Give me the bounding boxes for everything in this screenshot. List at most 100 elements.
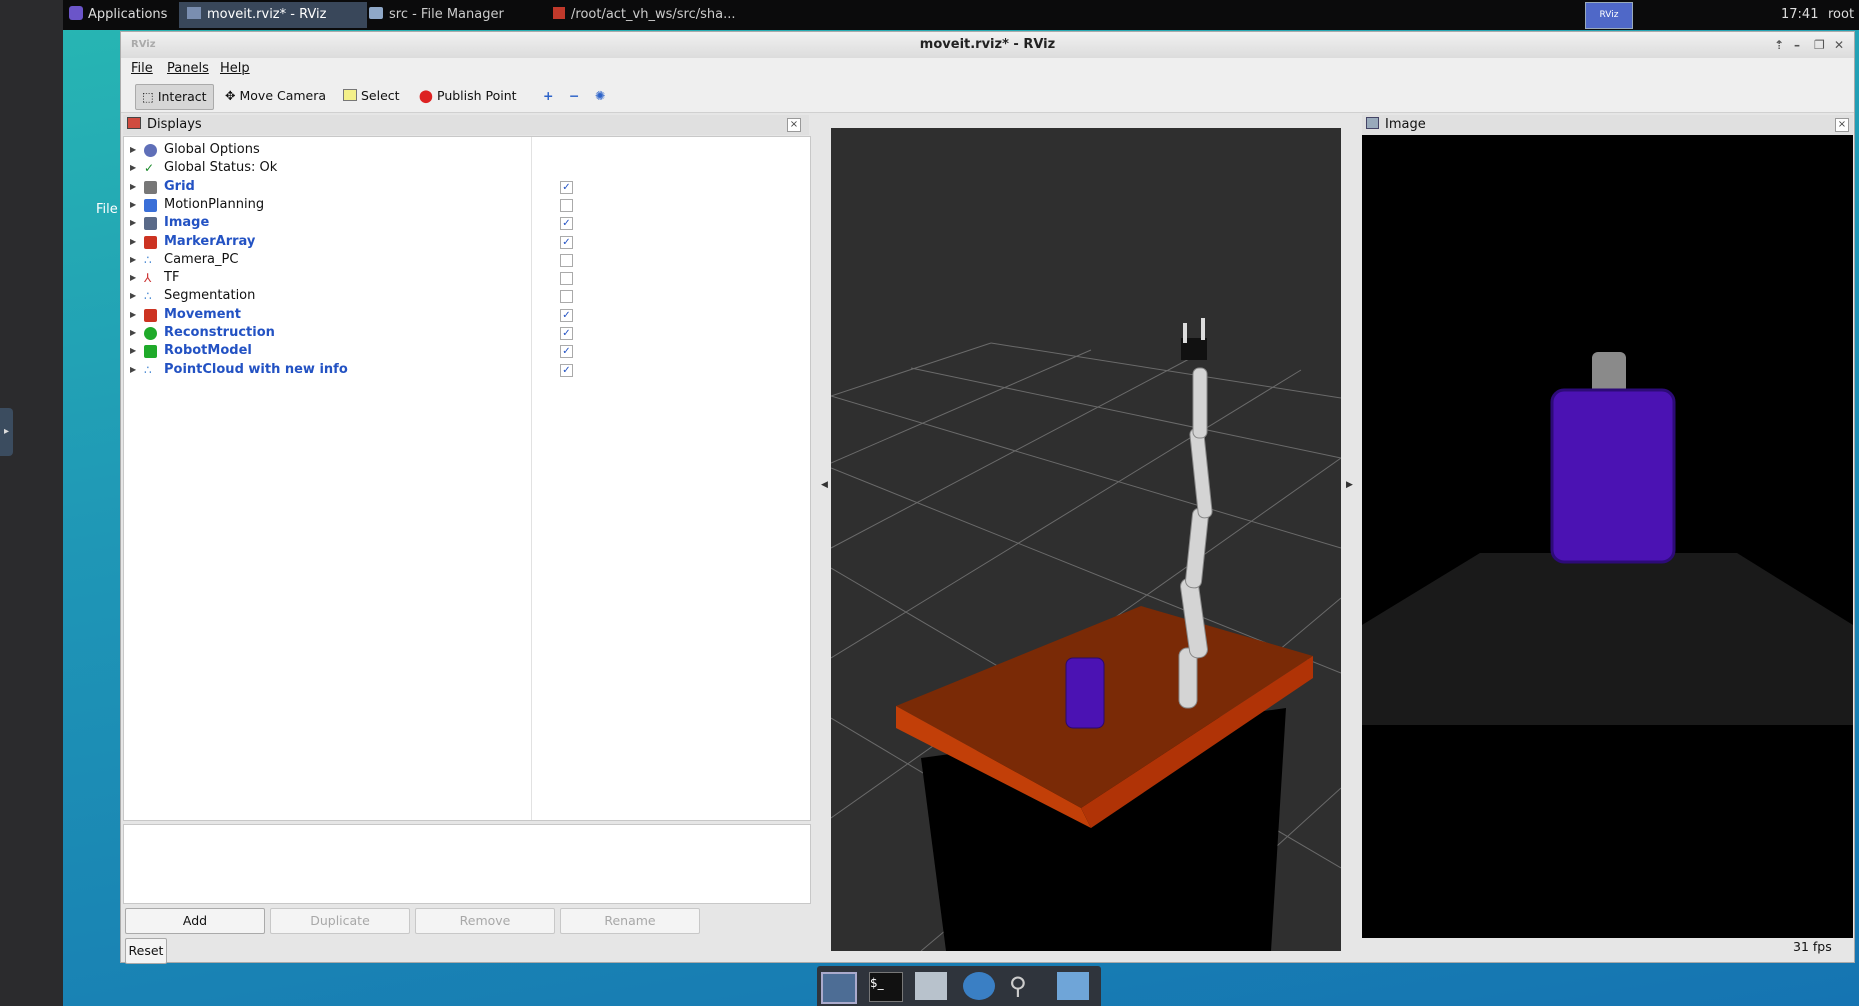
task-editor[interactable]: /root/act_vh_ws/src/sha... [545, 2, 753, 28]
collapse-right-icon[interactable]: ▶ [1346, 480, 1353, 490]
window-title: moveit.rviz* - RViz [919, 37, 1056, 52]
display-enable-checkbox[interactable]: ✓ [560, 235, 573, 249]
display-item[interactable]: ▶ Reconstruction ✓ [124, 324, 810, 342]
display-item[interactable]: ▶ Grid ✓ [124, 178, 810, 196]
rename-button[interactable]: Rename [560, 908, 700, 934]
display-item[interactable]: ▶ Movement ✓ [124, 306, 810, 324]
reset-button[interactable]: Reset [125, 938, 167, 964]
image-panel-close-icon[interactable]: × [1835, 118, 1849, 132]
collapse-left-icon[interactable]: ◀ [821, 480, 828, 490]
expand-arrow-icon[interactable]: ▶ [130, 214, 136, 232]
expand-arrow-icon[interactable]: ▶ [130, 287, 136, 305]
expand-arrow-icon[interactable]: ▶ [130, 196, 136, 214]
expand-arrow-icon[interactable]: ▶ [130, 342, 136, 360]
remove-button[interactable]: Remove [415, 908, 555, 934]
expand-arrow-icon[interactable]: ▶ [130, 361, 136, 379]
display-enable-checkbox[interactable]: ✓ [560, 308, 573, 322]
applications-label: Applications [88, 7, 168, 22]
interact-tool-button[interactable]: ⬚ Interact [135, 84, 214, 110]
display-item[interactable]: ▶ RobotModel ✓ [124, 342, 810, 360]
add-button[interactable]: Add [125, 908, 265, 934]
display-enable-checkbox[interactable]: ✓ [560, 217, 573, 231]
web-browser-icon[interactable] [963, 972, 995, 1000]
task-label: /root/act_vh_ws/src/sha... [571, 7, 736, 22]
property-description-box [123, 824, 811, 904]
display-enable-checkbox[interactable] [560, 290, 573, 304]
menu-help[interactable]: Help [220, 61, 250, 76]
left-screen-edge: ▸ [0, 0, 63, 1006]
add-tool-icon[interactable]: + [537, 84, 559, 108]
expand-arrow-icon[interactable]: ▶ [130, 159, 136, 177]
display-item[interactable]: ▶ ∴ Camera_PC [124, 251, 810, 269]
clock[interactable]: 17:41 [1781, 0, 1818, 30]
display-item[interactable]: ▶ ∴ PointCloud with new info ✓ [124, 361, 810, 379]
menu-panels[interactable]: Panels [167, 61, 209, 76]
displays-icon [127, 117, 141, 129]
image-panel-title: Image [1385, 117, 1426, 132]
expand-arrow-icon[interactable]: ▶ [130, 306, 136, 324]
camera-render [1362, 352, 1853, 938]
camera-move-icon: ✥ [225, 88, 236, 103]
show-desktop-icon[interactable] [821, 972, 857, 1004]
minimize-icon[interactable]: – [1794, 32, 1800, 58]
tray-rviz-icon[interactable]: RViz [1585, 2, 1633, 29]
expand-arrow-icon[interactable]: ▶ [130, 178, 136, 196]
check-icon: ✓ [144, 161, 155, 176]
duplicate-button[interactable]: Duplicate [270, 908, 410, 934]
display-item[interactable]: ▶ MarkerArray ✓ [124, 233, 810, 251]
applications-menu[interactable]: Applications [69, 0, 167, 30]
display-item[interactable]: ▶ ⅄ TF [124, 269, 810, 287]
display-item[interactable]: ▶ ∴ Segmentation [124, 287, 810, 305]
display-item[interactable]: ▶ Global Options [124, 141, 810, 159]
expand-arrow-icon[interactable]: ▶ [130, 269, 136, 287]
window-titlebar[interactable]: moveit.rviz* - RViz RViz ⇡ – ❐ ✕ [121, 32, 1854, 58]
gear-icon [144, 144, 157, 157]
close-icon[interactable]: ✕ [1834, 32, 1844, 58]
display-item[interactable]: ▶ ✓ Global Status: Ok [124, 159, 810, 177]
home-folder-icon[interactable] [915, 972, 947, 1000]
search-icon[interactable]: ⚲ [1009, 972, 1041, 1000]
editor-icon [553, 7, 565, 19]
display-enable-checkbox[interactable]: ✓ [560, 180, 573, 194]
display-item-label: Image [164, 215, 210, 231]
move-camera-tool-button[interactable]: ✥ Move Camera [219, 84, 332, 108]
display-enable-checkbox[interactable]: ✓ [560, 327, 573, 340]
display-item[interactable]: ▶ MotionPlanning [124, 196, 810, 214]
displays-close-icon[interactable]: × [787, 118, 801, 132]
expand-arrow-icon[interactable]: ▶ [130, 324, 136, 342]
display-enable-checkbox[interactable] [560, 198, 573, 212]
expand-arrow-icon[interactable]: ▶ [130, 141, 136, 159]
remove-tool-icon[interactable]: − [563, 84, 585, 108]
display-enable-checkbox[interactable]: ✓ [560, 345, 573, 359]
menu-file[interactable]: File [131, 61, 153, 76]
maximize-icon[interactable]: ❐ [1814, 32, 1825, 58]
marker-array-icon [144, 235, 157, 249]
publish-point-tool-button[interactable]: ⬤ Publish Point [413, 84, 523, 108]
shade-icon[interactable]: ⇡ [1774, 32, 1784, 58]
desktop-icon-label[interactable]: File [96, 202, 118, 217]
robot-model-icon [144, 345, 157, 359]
3d-viewport[interactable] [831, 128, 1341, 951]
tool-properties-icon[interactable]: ✺ [589, 84, 611, 108]
terminal-icon[interactable]: $_ [869, 972, 903, 1002]
display-item-label: RobotModel [164, 343, 252, 359]
window-icon: RViz [131, 39, 156, 50]
expand-arrow-icon[interactable]: ▶ [130, 251, 136, 269]
side-panel-handle[interactable]: ▸ [0, 408, 13, 456]
select-tool-button[interactable]: Select [337, 84, 406, 108]
files-folder-icon[interactable] [1057, 972, 1089, 1000]
display-item-label: TF [164, 270, 180, 286]
display-item-label: PointCloud with new info [164, 361, 348, 377]
task-file-manager[interactable]: src - File Manager [361, 2, 547, 28]
publish-point-label: Publish Point [437, 88, 517, 103]
task-rviz[interactable]: moveit.rviz* - RViz [179, 2, 367, 28]
display-enable-checkbox[interactable]: ✓ [560, 363, 573, 377]
display-enable-checkbox[interactable] [560, 253, 573, 267]
display-item-label: Global Options [164, 142, 260, 157]
menubar: File Panels Help [121, 58, 1854, 80]
user-menu[interactable]: root [1828, 0, 1854, 30]
expand-arrow-icon[interactable]: ▶ [130, 233, 136, 251]
camera-image-view[interactable] [1362, 135, 1853, 938]
display-enable-checkbox[interactable] [560, 272, 573, 286]
display-item[interactable]: ▶ Image ✓ [124, 214, 810, 232]
